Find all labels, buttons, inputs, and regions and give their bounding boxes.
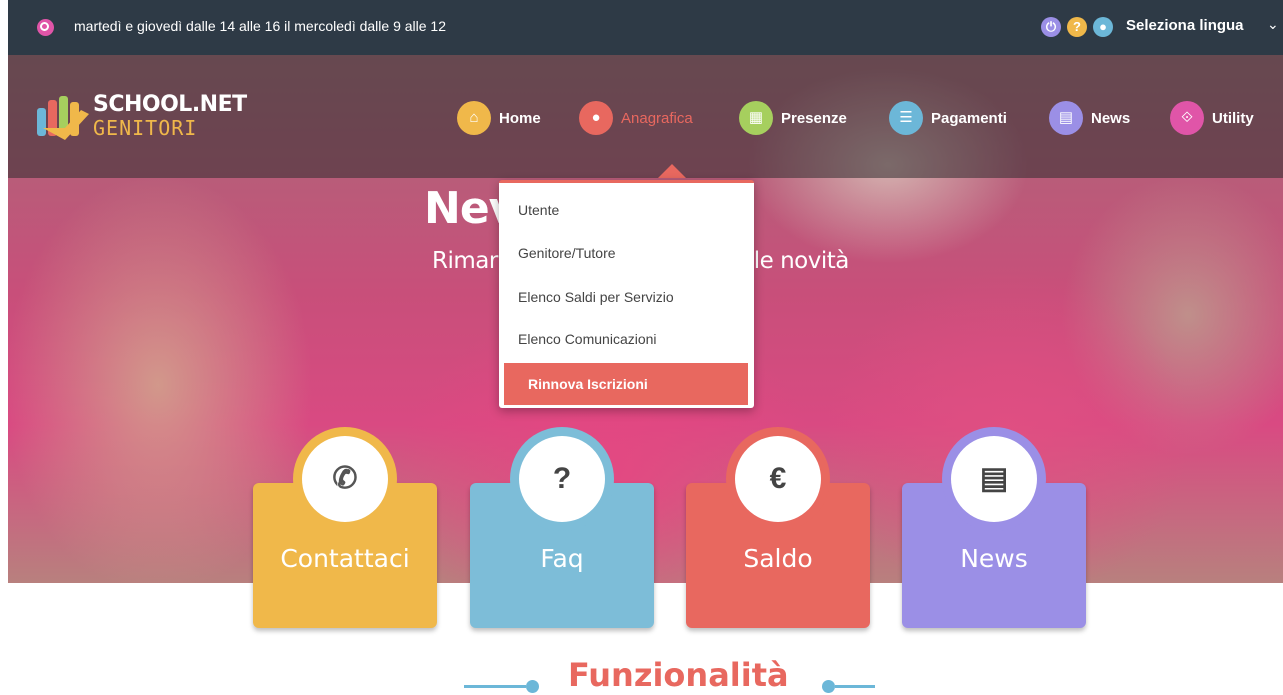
section-dot-left [526, 680, 539, 693]
card-faq-label: Faq [540, 544, 584, 573]
nav-pagamenti[interactable]: ☰ Pagamenti [889, 100, 1007, 136]
logo-subtitle: GENITORI [93, 116, 198, 140]
dropdown-caret [658, 164, 686, 178]
nav-home[interactable]: ⌂ Home [457, 100, 541, 136]
nav-home-label: Home [499, 109, 541, 127]
dropdown-item-elenco-comunicazioni[interactable]: Elenco Comunicazioni [518, 331, 657, 347]
dropdown-item-genitore-tutore[interactable]: Genitore/Tutore [518, 245, 616, 261]
top-bar: martedì e giovedì dalle 14 alle 16 il me… [8, 0, 1283, 55]
nav-anagrafica[interactable]: ● Anagrafica [579, 100, 693, 136]
newspaper-icon: ▤ [1049, 101, 1083, 135]
nav-presenze[interactable]: ▦ Presenze [739, 100, 847, 136]
nav-utility[interactable]: ⟐ Utility [1170, 100, 1254, 136]
page: martedì e giovedì dalle 14 alle 16 il me… [0, 0, 1283, 695]
nav-utility-label: Utility [1212, 109, 1254, 127]
anagrafica-dropdown: Utente Genitore/Tutore Elenco Saldi per … [499, 180, 754, 408]
language-selector[interactable]: Seleziona lingua [1126, 17, 1244, 34]
newspaper-icon: ▤ [951, 436, 1037, 522]
site-logo[interactable]: SCHOOL.NET GENITORI [35, 88, 247, 148]
phone-icon: ✆ [302, 436, 388, 522]
card-news-label: News [960, 544, 1028, 573]
clock-icon [37, 19, 54, 36]
section-divider-left [464, 685, 526, 688]
euro-icon: € [735, 436, 821, 522]
section-title: Funzionalità [568, 656, 789, 694]
logo-title: SCHOOL.NET [93, 92, 247, 117]
nav-pagamenti-label: Pagamenti [931, 109, 1007, 127]
nav-news-label: News [1091, 109, 1131, 127]
dropdown-item-rinnova-iscrizioni[interactable]: Rinnova Iscrizioni [504, 363, 748, 405]
globe-icon[interactable]: ● [1093, 17, 1113, 37]
office-hours-text: martedì e giovedì dalle 14 alle 16 il me… [74, 18, 447, 34]
home-icon: ⌂ [457, 101, 491, 135]
user-icon: ● [579, 101, 613, 135]
card-saldo-label: Saldo [743, 544, 813, 573]
dropdown-item-utente[interactable]: Utente [518, 202, 559, 218]
section-divider-right [835, 685, 875, 688]
calendar-icon: ▦ [739, 101, 773, 135]
power-icon[interactable]: ⏻ [1041, 17, 1061, 37]
list-icon: ☰ [889, 101, 923, 135]
tools-icon: ⟐ [1170, 101, 1204, 135]
hand-logo-icon [37, 96, 89, 140]
chevron-down-icon[interactable]: ⌄ [1267, 16, 1279, 33]
nav-presenze-label: Presenze [781, 109, 847, 127]
nav-anagrafica-label: Anagrafica [621, 109, 693, 127]
question-icon: ? [519, 436, 605, 522]
card-contattaci-label: Contattaci [280, 544, 410, 573]
help-icon[interactable]: ? [1067, 17, 1087, 37]
section-dot-right [822, 680, 835, 693]
dropdown-item-elenco-saldi[interactable]: Elenco Saldi per Servizio [518, 289, 674, 305]
nav-news[interactable]: ▤ News [1049, 100, 1130, 136]
